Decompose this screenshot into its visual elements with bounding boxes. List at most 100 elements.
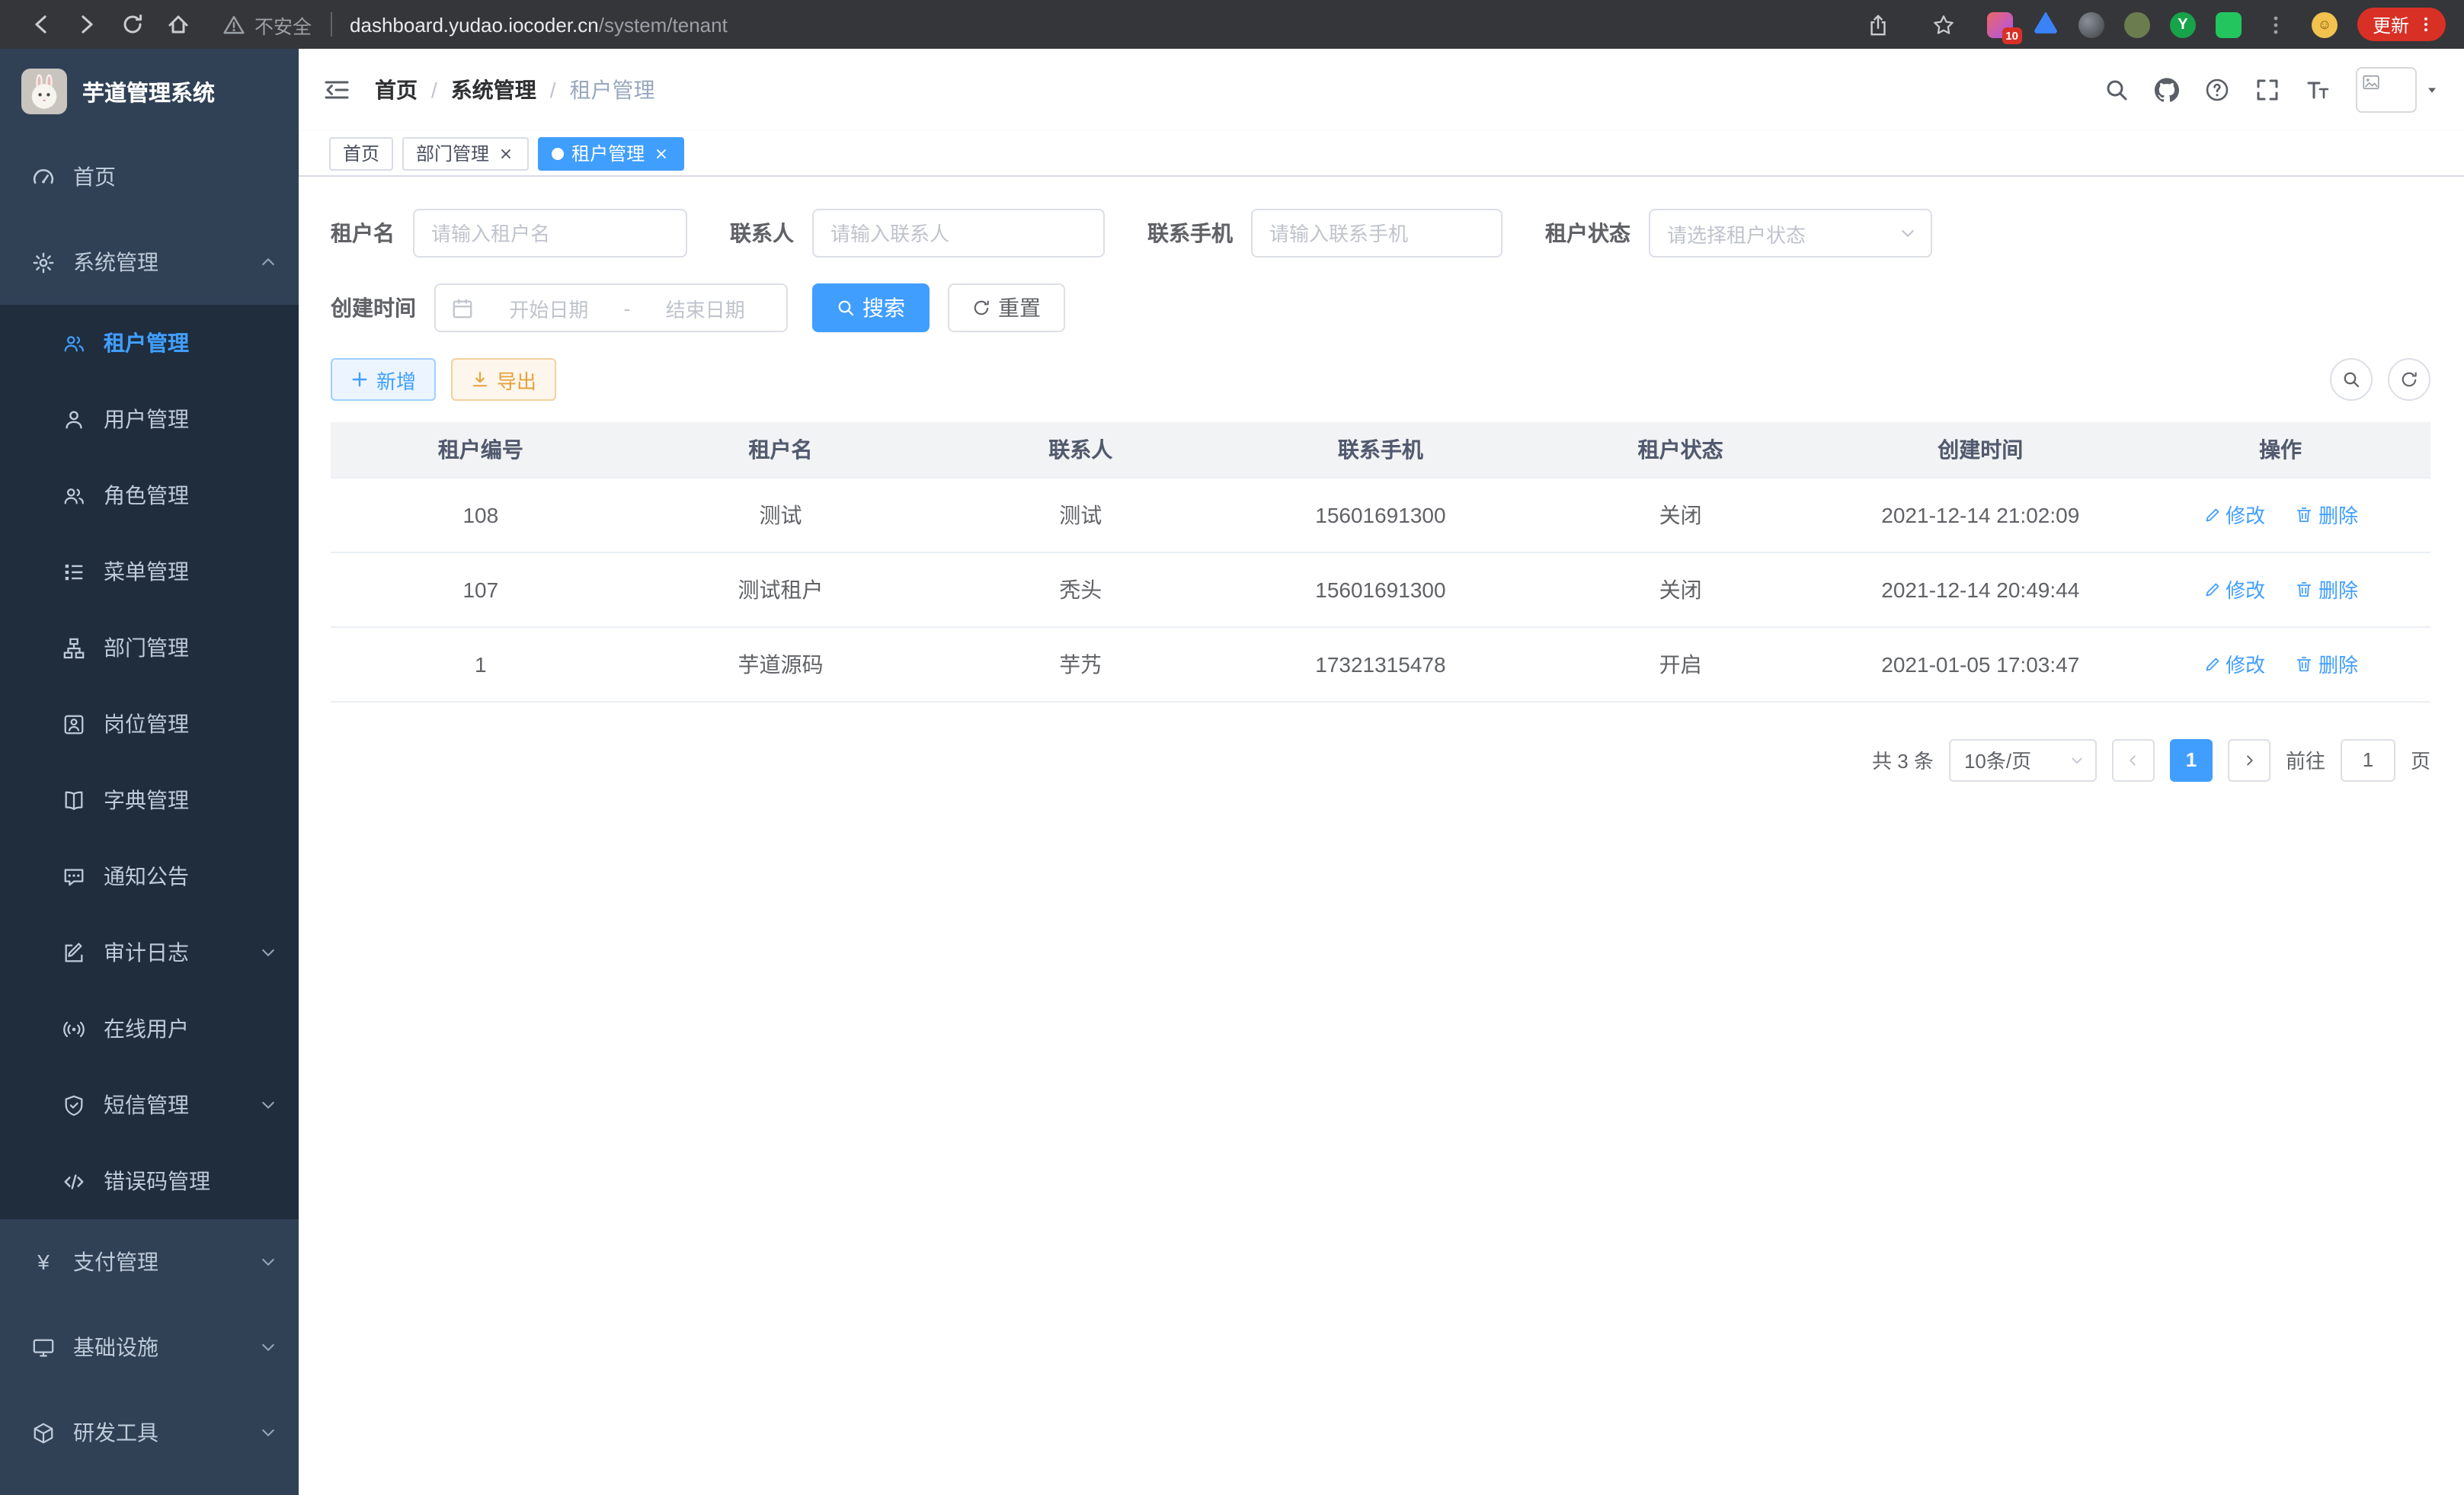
col-created: 创建时间	[1830, 422, 2130, 477]
refresh-icon	[2400, 370, 2418, 389]
delete-button[interactable]: 删除	[2296, 575, 2358, 603]
contact-input[interactable]	[812, 209, 1105, 258]
goto-page-input[interactable]	[2341, 738, 2395, 781]
status-select-placeholder: 请选择租户状态	[1667, 219, 1806, 248]
font-size-icon[interactable]	[2306, 78, 2330, 102]
extension-icon-2[interactable]	[2033, 11, 2059, 37]
users-icon	[62, 331, 85, 354]
create-time-range-picker[interactable]: 开始日期 - 结束日期	[434, 283, 788, 332]
edit-button[interactable]: 修改	[2203, 649, 2265, 678]
browser-reload-button[interactable]	[110, 5, 155, 44]
browser-home-button[interactable]	[155, 5, 201, 44]
refresh-icon	[972, 299, 990, 317]
help-icon[interactable]	[2205, 78, 2229, 102]
extension-icon-1[interactable]: 10	[1987, 11, 2013, 37]
sidebar-item-devtools[interactable]: 研发工具	[0, 1390, 299, 1475]
edit-button[interactable]: 修改	[2203, 500, 2265, 529]
sidebar-item-infrastructure[interactable]: 基础设施	[0, 1305, 299, 1390]
top-navbar: 首页 / 系统管理 / 租户管理	[299, 49, 2464, 131]
header-search-icon[interactable]	[2104, 78, 2129, 102]
page-content: 租户名 联系人 联系手机 租户状态 请选择租户状态	[299, 177, 2464, 1495]
tenant-table: 租户编号 租户名 联系人 联系手机 租户状态 创建时间 操作 108 测试	[331, 422, 2430, 702]
sidebar-item-payment[interactable]: ¥ 支付管理	[0, 1219, 299, 1305]
search-button[interactable]: 搜索	[812, 283, 930, 332]
fullscreen-icon[interactable]	[2255, 78, 2280, 102]
next-page-button[interactable]	[2228, 738, 2270, 781]
sidebar-item-audit-log[interactable]: 审计日志	[0, 914, 299, 991]
github-icon[interactable]	[2155, 78, 2179, 102]
sidebar-item-tenant[interactable]: 租户管理	[0, 305, 299, 381]
breadcrumb-system[interactable]: 系统管理	[451, 75, 536, 105]
page-number-1[interactable]: 1	[2170, 738, 2213, 781]
cell-phone: 15601691300	[1230, 477, 1531, 552]
dashboard-icon	[32, 165, 55, 188]
sidebar-item-home[interactable]: 首页	[0, 134, 299, 219]
refresh-table-button[interactable]	[2388, 358, 2430, 401]
profile-avatar[interactable]: ☺	[2312, 11, 2338, 37]
page-size-select[interactable]: 10条/页	[1949, 738, 2097, 781]
export-button[interactable]: 导出	[451, 358, 556, 401]
sidebar-item-menu[interactable]: 菜单管理	[0, 533, 299, 610]
phone-input[interactable]	[1251, 209, 1502, 258]
browser-back-button[interactable]	[18, 5, 64, 44]
plus-icon	[350, 370, 369, 389]
tenant-name-input[interactable]	[413, 209, 687, 258]
user-avatar-menu[interactable]	[2356, 67, 2440, 113]
sidebar-item-post[interactable]: 岗位管理	[0, 686, 299, 762]
image-placeholder-icon	[2362, 73, 2380, 91]
sidebar-item-dept[interactable]: 部门管理	[0, 610, 299, 686]
cell-contact: 芋艿	[930, 626, 1230, 701]
table-toolbar: 新增 导出	[331, 358, 2430, 401]
bookmark-star-button[interactable]	[1922, 5, 1967, 44]
sidebar-item-system[interactable]: 系统管理	[0, 219, 299, 305]
prev-page-button[interactable]	[2112, 738, 2155, 781]
contact-label: 联系人	[730, 218, 794, 248]
extension-icon-6[interactable]	[2216, 11, 2242, 37]
extension-icon-3[interactable]	[2078, 11, 2104, 37]
tab-home[interactable]: 首页	[329, 136, 393, 170]
delete-button[interactable]: 删除	[2296, 649, 2358, 678]
pencil-icon	[2203, 505, 2221, 523]
trash-icon	[2296, 505, 2314, 523]
pencil-icon	[2203, 655, 2221, 673]
toggle-search-button[interactable]	[2330, 358, 2373, 401]
browser-forward-button[interactable]	[64, 5, 110, 44]
tab-tenant[interactable]: 租户管理	[538, 136, 684, 170]
cell-actions: 修改 删除	[2130, 477, 2430, 552]
sidebar-item-role[interactable]: 角色管理	[0, 457, 299, 533]
book-icon	[62, 789, 85, 812]
extension-icon-5[interactable]: Y	[2170, 11, 2196, 37]
tab-dept[interactable]: 部门管理	[402, 136, 529, 170]
browser-update-button[interactable]: 更新	[2357, 8, 2446, 41]
goto-label: 前往	[2286, 745, 2325, 774]
add-button[interactable]: 新增	[331, 358, 436, 401]
sidebar-item-user[interactable]: 用户管理	[0, 381, 299, 457]
divider	[330, 12, 331, 37]
tenant-name-label: 租户名	[331, 218, 395, 248]
status-select[interactable]: 请选择租户状态	[1649, 209, 1932, 258]
reset-button[interactable]: 重置	[948, 283, 1065, 332]
delete-button[interactable]: 删除	[2296, 500, 2358, 529]
caret-down-icon	[2424, 82, 2440, 98]
sidebar-item-notice[interactable]: 通知公告	[0, 838, 299, 914]
chevron-up-icon	[259, 253, 277, 271]
close-icon[interactable]	[497, 144, 515, 162]
sidebar-item-dict[interactable]: 字典管理	[0, 762, 299, 838]
extensions-puzzle-icon[interactable]	[2261, 5, 2292, 44]
sidebar-item-error-code[interactable]: 错误码管理	[0, 1143, 299, 1219]
table-row: 107 测试租户 秃头 15601691300 关闭 2021-12-14 20…	[331, 552, 2430, 626]
cell-status: 关闭	[1531, 477, 1831, 552]
extension-icon-4[interactable]	[2124, 11, 2150, 37]
site-security-indicator[interactable]: 不安全	[222, 10, 312, 39]
close-icon[interactable]	[652, 144, 670, 162]
address-bar[interactable]: dashboard.yudao.iocoder.cn/system/tenant	[350, 13, 728, 36]
edit-button[interactable]: 修改	[2203, 575, 2265, 603]
sidebar-item-online-user[interactable]: 在线用户	[0, 991, 299, 1067]
breadcrumb-home[interactable]: 首页	[375, 75, 418, 105]
sidebar-item-sms[interactable]: 短信管理	[0, 1067, 299, 1143]
app-logo[interactable]: 芋道管理系统	[0, 49, 299, 134]
chevron-down-icon	[259, 943, 277, 962]
share-button[interactable]	[1856, 5, 1902, 44]
pagination: 共 3 条 10条/页 1 前往 页	[331, 738, 2430, 781]
collapse-sidebar-button[interactable]	[323, 78, 350, 102]
